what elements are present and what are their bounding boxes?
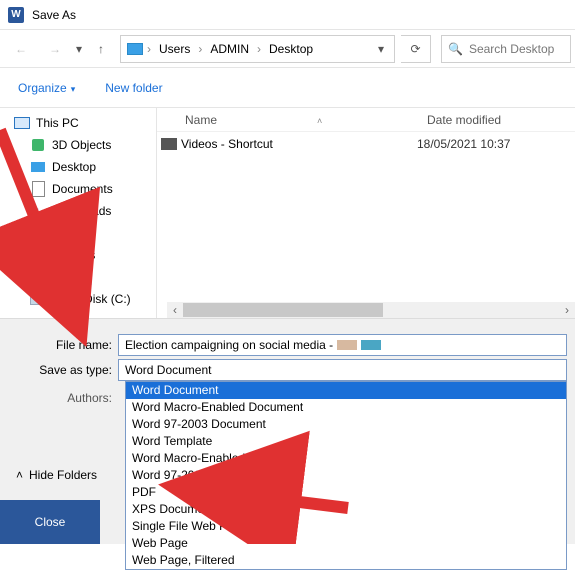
downloads-icon: ↓: [30, 203, 46, 219]
organize-button[interactable]: Organize▾: [18, 81, 75, 95]
sidebar-item-local-disk[interactable]: Local Disk (C:): [14, 288, 156, 310]
bottom-panel: File name: Election campaigning on socia…: [0, 318, 575, 544]
option-xps-document[interactable]: XPS Document: [126, 501, 566, 518]
word-app-icon: W: [8, 7, 24, 23]
authors-label: Authors:: [0, 391, 118, 405]
forward-button[interactable]: →: [38, 34, 72, 64]
pictures-icon: [30, 247, 46, 263]
video-shortcut-icon: [157, 138, 181, 150]
breadcrumb-desktop[interactable]: Desktop: [263, 42, 319, 56]
address-dropdown[interactable]: ▾: [372, 42, 390, 56]
search-input[interactable]: 🔍 Search Desktop: [441, 35, 571, 63]
file-list-pane: Name˄ Date modified Videos - Shortcut 18…: [156, 108, 575, 318]
saveastype-dropdown: Word Document Word Macro-Enabled Documen…: [125, 381, 567, 570]
filename-row: File name: Election campaigning on socia…: [0, 319, 575, 357]
sidebar-item-downloads[interactable]: ↓Downloads: [14, 200, 156, 222]
documents-icon: [30, 181, 46, 197]
column-name[interactable]: Name˄: [157, 113, 417, 127]
history-dropdown[interactable]: ▾: [72, 34, 86, 64]
option-word-97-2003-template[interactable]: Word 97-2003 Template: [126, 467, 566, 484]
close-button[interactable]: Close: [0, 500, 100, 544]
sidebar-item-3d-objects[interactable]: 3D Objects: [14, 134, 156, 156]
up-one-level-button[interactable]: ↑: [86, 34, 116, 64]
title-bar: W Save As: [0, 0, 575, 30]
sidebar-item-pictures[interactable]: Pictures: [14, 244, 156, 266]
address-bar[interactable]: › Users › ADMIN › Desktop ▾: [120, 35, 395, 63]
chevron-up-icon: ˄: [16, 468, 23, 482]
saveastype-combobox[interactable]: Word Document: [118, 359, 567, 381]
sidebar-item-documents[interactable]: Documents: [14, 178, 156, 200]
main-area: This PC 3D Objects Desktop Documents ↓Do…: [0, 108, 575, 318]
breadcrumb-users[interactable]: Users: [153, 42, 196, 56]
option-word-macro-enabled-document[interactable]: Word Macro-Enabled Document: [126, 399, 566, 416]
breadcrumb-separator: ›: [255, 42, 263, 56]
search-icon: 🔍: [448, 42, 463, 56]
navigation-bar: ← → ▾ ↑ › Users › ADMIN › Desktop ▾ ⟳ 🔍 …: [0, 30, 575, 68]
breadcrumb-separator: ›: [145, 42, 153, 56]
sidebar-item-desktop[interactable]: Desktop: [14, 156, 156, 178]
toolbar: Organize▾ New folder: [0, 68, 575, 108]
breadcrumb-admin[interactable]: ADMIN: [204, 42, 255, 56]
scroll-left-button[interactable]: ‹: [167, 302, 183, 318]
pc-icon: [14, 115, 30, 131]
saveastype-label: Save as type:: [0, 363, 118, 377]
scrollbar-thumb[interactable]: [183, 303, 383, 317]
new-folder-button[interactable]: New folder: [105, 81, 162, 95]
videos-icon: [30, 269, 46, 285]
hide-folders-button[interactable]: ˄ Hide Folders: [16, 468, 97, 482]
option-single-file-web-page[interactable]: Single File Web Page: [126, 518, 566, 535]
file-name: Videos - Shortcut: [181, 137, 417, 151]
column-date-modified[interactable]: Date modified: [417, 113, 501, 127]
option-pdf[interactable]: PDF: [126, 484, 566, 501]
sidebar-item-this-pc[interactable]: This PC: [14, 112, 156, 134]
chevron-down-icon: ▾: [71, 84, 76, 94]
saveastype-row: Save as type: Word Document: [0, 357, 575, 383]
search-placeholder: Search Desktop: [469, 42, 554, 56]
option-word-97-2003-document[interactable]: Word 97-2003 Document: [126, 416, 566, 433]
window-title: Save As: [32, 8, 76, 22]
back-button[interactable]: ←: [4, 34, 38, 64]
option-word-document[interactable]: Word Document: [126, 382, 566, 399]
option-web-page-filtered[interactable]: Web Page, Filtered: [126, 552, 566, 569]
file-date: 18/05/2021 10:37: [417, 137, 510, 151]
list-item[interactable]: Videos - Shortcut 18/05/2021 10:37: [157, 132, 575, 156]
desktop-icon: [30, 159, 46, 175]
column-headers: Name˄ Date modified: [157, 108, 575, 132]
sidebar: This PC 3D Objects Desktop Documents ↓Do…: [0, 108, 156, 318]
disk-icon: [30, 291, 46, 307]
horizontal-scrollbar[interactable]: ‹ ›: [167, 302, 575, 318]
scroll-right-button[interactable]: ›: [559, 302, 575, 318]
sidebar-item-videos[interactable]: Videos: [14, 266, 156, 288]
desktop-icon: [127, 43, 143, 55]
redaction-swatch: [337, 340, 357, 350]
music-icon: ♪: [30, 225, 46, 241]
refresh-button[interactable]: ⟳: [401, 35, 431, 63]
redaction-swatch: [361, 340, 381, 350]
option-word-template[interactable]: Word Template: [126, 433, 566, 450]
breadcrumb-separator: ›: [196, 42, 204, 56]
sort-indicator-icon: ˄: [317, 116, 322, 126]
objects-icon: [30, 137, 46, 153]
filename-input[interactable]: Election campaigning on social media -: [118, 334, 567, 356]
option-word-macro-enabled-template[interactable]: Word Macro-Enabled Template: [126, 450, 566, 467]
filename-label: File name:: [0, 338, 118, 352]
sidebar-item-music[interactable]: ♪Music: [14, 222, 156, 244]
